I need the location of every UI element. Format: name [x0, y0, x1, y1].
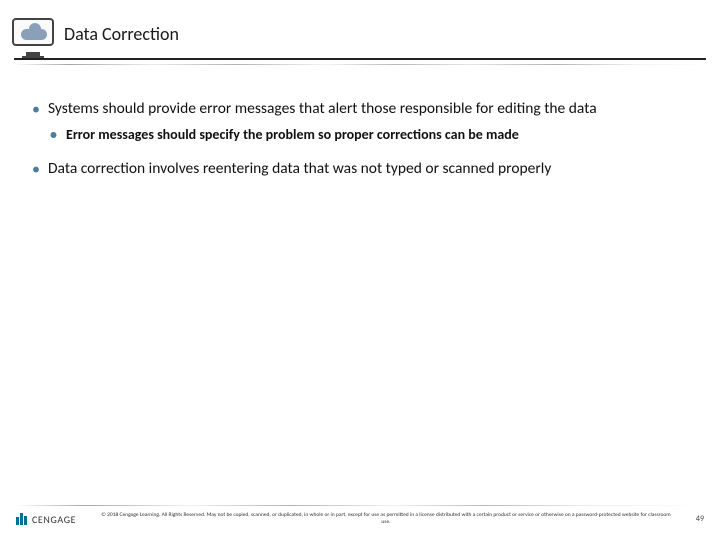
- slide-header: Data Correction: [0, 0, 720, 58]
- bullet-text: Systems should provide error messages th…: [48, 99, 597, 118]
- decorative-rule-bottom: [16, 505, 704, 506]
- sub-bullet-text: Error messages should specify the proble…: [66, 126, 519, 143]
- title-underline: [14, 58, 706, 60]
- brand-logo: CENGAGE: [16, 513, 76, 526]
- sub-bullet-item: Error messages should specify the proble…: [48, 126, 686, 145]
- bullet-text: Data correction involves reentering data…: [48, 159, 551, 178]
- cloud-monitor-icon: [12, 18, 54, 50]
- slide-footer: CENGAGE © 2018 Cengage Learning. All Rig…: [0, 505, 720, 526]
- bullet-item: Systems should provide error messages th…: [30, 99, 686, 145]
- brand-mark-icon: [16, 513, 27, 525]
- bullet-item: Data correction involves reentering data…: [30, 159, 686, 180]
- copyright-text: © 2018 Cengage Learning. All Rights Rese…: [90, 512, 682, 526]
- slide-body: Systems should provide error messages th…: [0, 65, 720, 180]
- slide-title: Data Correction: [64, 23, 179, 45]
- brand-name: CENGAGE: [32, 513, 76, 526]
- page-number: 49: [696, 514, 704, 524]
